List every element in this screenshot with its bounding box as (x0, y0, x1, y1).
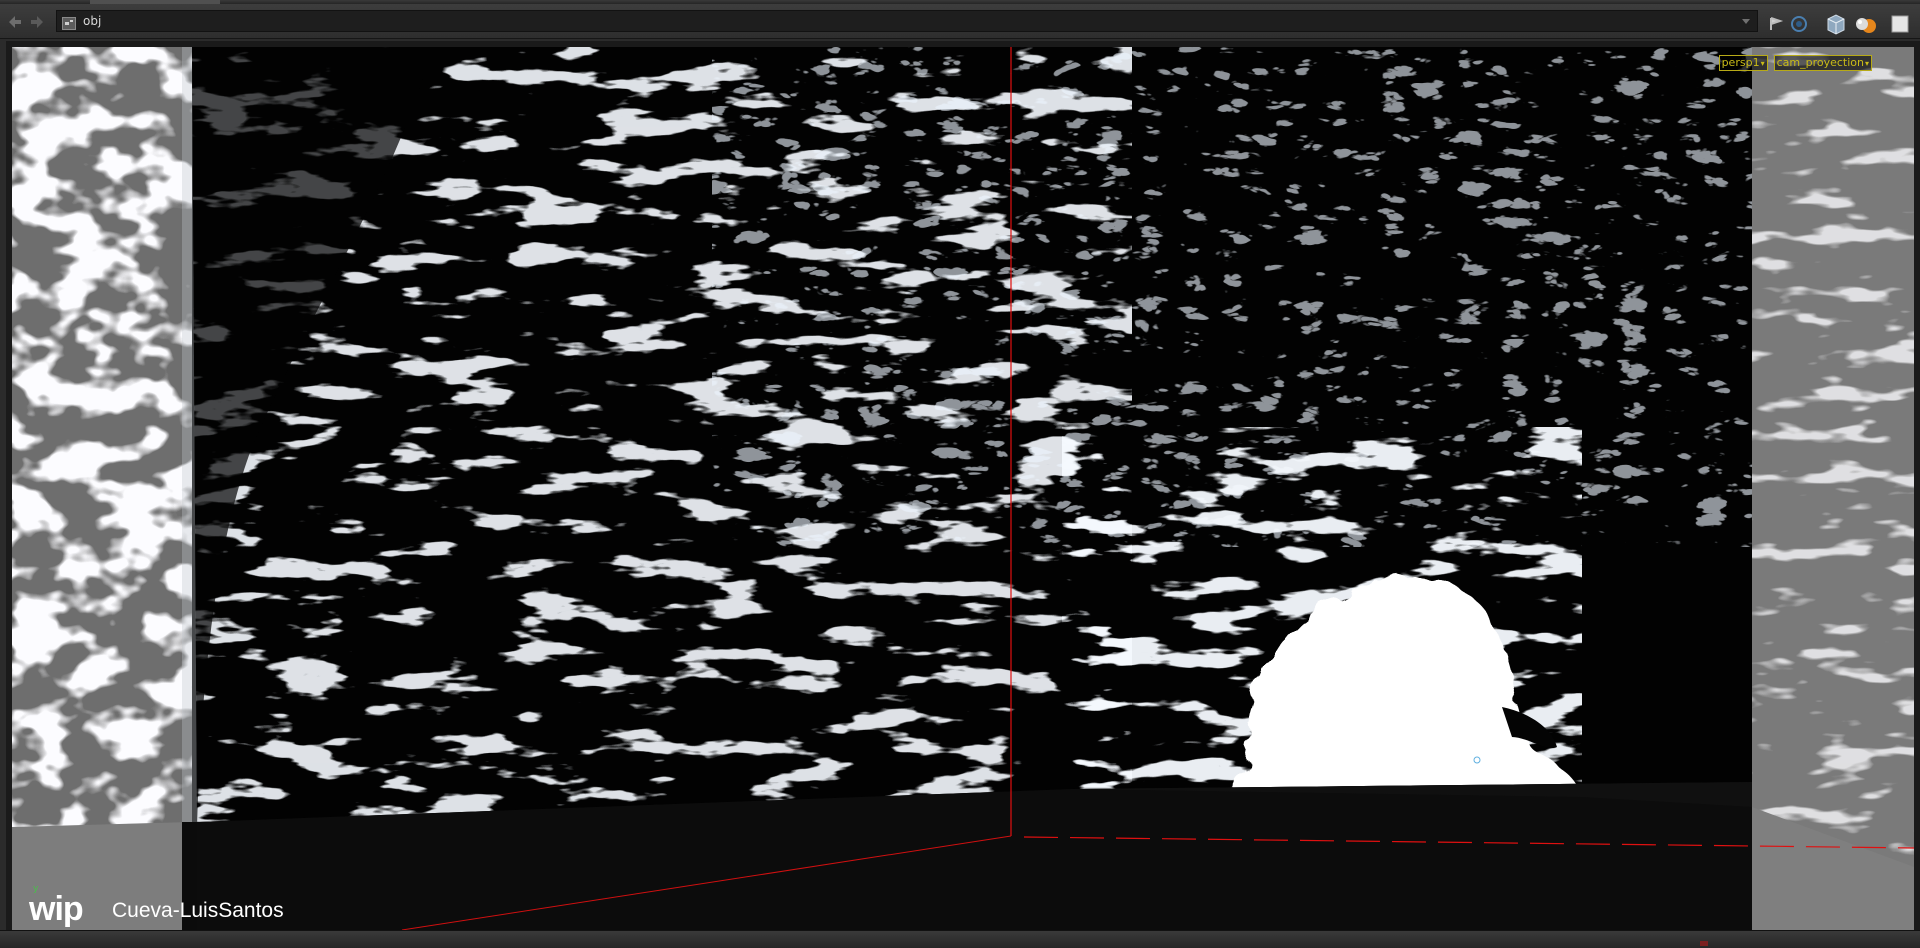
network-path-field[interactable]: obj (56, 10, 1758, 32)
scene-viewport-frame: persp1▾ cam_proyection▾ y wip Cueva-Luis… (6, 41, 1920, 930)
bottom-status-bar (0, 930, 1920, 948)
back-arrow-icon[interactable] (4, 11, 26, 33)
camera-menu-persp[interactable]: persp1▾ (1718, 55, 1768, 71)
network-icon (62, 15, 76, 30)
render-icon[interactable] (1853, 13, 1879, 35)
dropdown-arrow-icon: ▾ (1760, 59, 1765, 68)
pin-icon[interactable] (1765, 13, 1787, 35)
watermark-wip: wip (29, 890, 84, 928)
viewport-toolbar: obj (0, 4, 1920, 39)
scene-viewport[interactable]: persp1▾ cam_proyection▾ y wip Cueva-Luis… (12, 47, 1914, 930)
scope-icon[interactable] (1788, 13, 1810, 35)
chevron-down-icon[interactable] (1738, 13, 1754, 29)
forward-arrow-icon[interactable] (26, 11, 48, 33)
display-options-icon[interactable] (1824, 13, 1850, 35)
dropdown-arrow-icon: ▾ (1864, 59, 1869, 68)
maximize-icon[interactable] (1890, 13, 1912, 35)
network-path-value: obj (83, 14, 102, 28)
camera-menus: persp1▾ cam_proyection▾ (1718, 55, 1872, 71)
scene-name-label: Cueva-LuisSantos (112, 899, 284, 922)
camera-menu-projection[interactable]: cam_proyection▾ (1773, 55, 1872, 71)
cave-render (12, 47, 1914, 930)
